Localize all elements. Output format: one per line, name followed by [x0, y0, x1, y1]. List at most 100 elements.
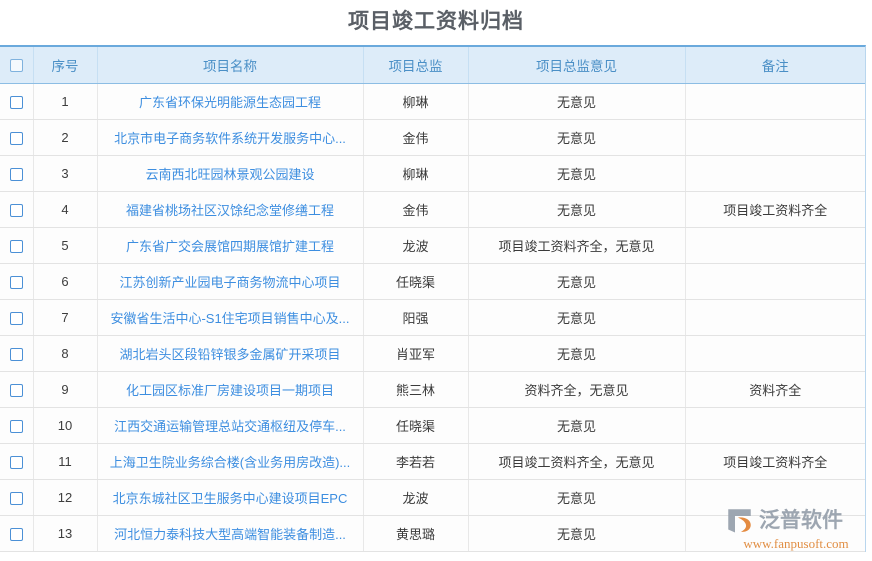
row-checkbox-icon[interactable] — [9, 456, 23, 470]
row-select-cell[interactable] — [0, 407, 34, 444]
row-index: 6 — [33, 263, 98, 300]
row-project-manager: 任晓渠 — [363, 407, 469, 444]
row-manager-opinion: 无意见 — [468, 155, 686, 192]
row-select-cell[interactable] — [0, 227, 34, 264]
row-project-name[interactable]: 北京东城社区卫生服务中心建设项目EPC — [97, 479, 364, 516]
row-checkbox-icon[interactable] — [9, 96, 23, 110]
row-project-name[interactable]: 云南西北旺园林景观公园建设 — [97, 155, 364, 192]
row-manager-opinion: 项目竣工资料齐全，无意见 — [468, 227, 686, 264]
row-remark — [685, 263, 865, 300]
table-row[interactable]: 8 湖北岩头区段铅锌银多金属矿开采项目 肖亚军 无意见 — [0, 335, 865, 372]
table-row[interactable]: 6 江苏创新产业园电子商务物流中心项目 任晓渠 无意见 — [0, 263, 865, 300]
table-body: 1 广东省环保光明能源生态园工程 柳琳 无意见 2 北京市电子商务软件系统开发服务中心..… — [0, 83, 865, 552]
row-manager-opinion: 无意见 — [468, 263, 686, 300]
row-project-manager: 阳强 — [363, 299, 469, 336]
table-row[interactable]: 12 北京东城社区卫生服务中心建设项目EPC 龙波 无意见 — [0, 479, 865, 516]
table-row[interactable]: 7 安徽省生活中心-S1住宅项目销售中心及... 阳强 无意见 — [0, 299, 865, 336]
table-header: 序号 项目名称 项目总监 项目总监意见 备注 — [0, 47, 865, 84]
row-checkbox-icon[interactable] — [9, 348, 23, 362]
row-checkbox-icon[interactable] — [9, 420, 23, 434]
row-checkbox-icon[interactable] — [9, 384, 23, 398]
row-checkbox-icon[interactable] — [9, 168, 23, 182]
row-checkbox-icon[interactable] — [9, 528, 23, 542]
row-select-cell[interactable] — [0, 263, 34, 300]
table-row[interactable]: 13 河北恒力泰科技大型高端智能装备制造... 黄思璐 无意见 — [0, 515, 865, 552]
row-project-name[interactable]: 上海卫生院业务综合楼(含业务用房改造)... — [97, 443, 364, 480]
column-header-manager[interactable]: 项目总监 — [363, 47, 469, 84]
row-manager-opinion: 无意见 — [468, 299, 686, 336]
table-row[interactable]: 10 江西交通运输管理总站交通枢纽及停车... 任晓渠 无意见 — [0, 407, 865, 444]
row-project-name[interactable]: 北京市电子商务软件系统开发服务中心... — [97, 119, 364, 156]
row-project-name[interactable]: 福建省桃场社区汉馀纪念堂修缮工程 — [97, 191, 364, 228]
table-row[interactable]: 3 云南西北旺园林景观公园建设 柳琳 无意见 — [0, 155, 865, 192]
row-select-cell[interactable] — [0, 371, 34, 408]
table-row[interactable]: 5 广东省广交会展馆四期展馆扩建工程 龙波 项目竣工资料齐全，无意见 — [0, 227, 865, 264]
table-row[interactable]: 9 化工园区标准厂房建设项目一期项目 熊三林 资料齐全，无意见 资料齐全 — [0, 371, 865, 408]
table-row[interactable]: 1 广东省环保光明能源生态园工程 柳琳 无意见 — [0, 83, 865, 120]
row-index: 11 — [33, 443, 98, 480]
row-project-name[interactable]: 江苏创新产业园电子商务物流中心项目 — [97, 263, 364, 300]
row-project-manager: 熊三林 — [363, 371, 469, 408]
table-row[interactable]: 2 北京市电子商务软件系统开发服务中心... 金伟 无意见 — [0, 119, 865, 156]
row-remark — [685, 515, 865, 552]
row-project-name[interactable]: 湖北岩头区段铅锌银多金属矿开采项目 — [97, 335, 364, 372]
row-index: 2 — [33, 119, 98, 156]
row-index: 8 — [33, 335, 98, 372]
select-all-header[interactable] — [0, 47, 34, 84]
row-remark: 项目竣工资料齐全 — [685, 443, 865, 480]
row-select-cell[interactable] — [0, 119, 34, 156]
row-select-cell[interactable] — [0, 479, 34, 516]
column-header-index[interactable]: 序号 — [33, 47, 98, 84]
row-project-name[interactable]: 广东省环保光明能源生态园工程 — [97, 83, 364, 120]
table-row[interactable]: 4 福建省桃场社区汉馀纪念堂修缮工程 金伟 无意见 项目竣工资料齐全 — [0, 191, 865, 228]
row-select-cell[interactable] — [0, 515, 34, 552]
row-project-manager: 柳琳 — [363, 83, 469, 120]
row-project-manager: 肖亚军 — [363, 335, 469, 372]
row-checkbox-icon[interactable] — [9, 276, 23, 290]
row-index: 12 — [33, 479, 98, 516]
row-select-cell[interactable] — [0, 191, 34, 228]
row-index: 10 — [33, 407, 98, 444]
row-checkbox-icon[interactable] — [9, 240, 23, 254]
row-manager-opinion: 无意见 — [468, 119, 686, 156]
row-select-cell[interactable] — [0, 155, 34, 192]
row-project-name[interactable]: 安徽省生活中心-S1住宅项目销售中心及... — [97, 299, 364, 336]
row-remark — [685, 119, 865, 156]
row-manager-opinion: 无意见 — [468, 191, 686, 228]
row-project-name[interactable]: 河北恒力泰科技大型高端智能装备制造... — [97, 515, 364, 552]
row-select-cell[interactable] — [0, 443, 34, 480]
select-all-checkbox-icon[interactable] — [9, 59, 23, 73]
row-index: 3 — [33, 155, 98, 192]
row-remark — [685, 335, 865, 372]
archive-table-container: 序号 项目名称 项目总监 项目总监意见 备注 1 广东省环保光明能源生态园工程 柳琳… — [0, 45, 866, 552]
column-header-name[interactable]: 项目名称 — [97, 47, 364, 84]
row-index: 5 — [33, 227, 98, 264]
page-title: 项目竣工资料归档 — [348, 10, 524, 33]
header-row: 序号 项目名称 项目总监 项目总监意见 备注 — [0, 47, 865, 84]
row-manager-opinion: 无意见 — [468, 515, 686, 552]
archive-table: 序号 项目名称 项目总监 项目总监意见 备注 1 广东省环保光明能源生态园工程 柳琳… — [0, 47, 865, 552]
row-project-name[interactable]: 江西交通运输管理总站交通枢纽及停车... — [97, 407, 364, 444]
row-select-cell[interactable] — [0, 83, 34, 120]
row-remark: 项目竣工资料齐全 — [685, 191, 865, 228]
row-checkbox-icon[interactable] — [9, 492, 23, 506]
row-project-manager: 龙波 — [363, 479, 469, 516]
row-manager-opinion: 无意见 — [468, 407, 686, 444]
column-header-opinion[interactable]: 项目总监意见 — [468, 47, 686, 84]
page-root: 项目竣工资料归档 序号 项目名称 项目总监 项目总监意见 备注 1 广东省环保光… — [0, 0, 872, 561]
row-index: 4 — [33, 191, 98, 228]
row-manager-opinion: 无意见 — [468, 83, 686, 120]
table-row[interactable]: 11 上海卫生院业务综合楼(含业务用房改造)... 李若若 项目竣工资料齐全，无意见项… — [0, 443, 865, 480]
row-project-manager: 柳琳 — [363, 155, 469, 192]
row-checkbox-icon[interactable] — [9, 132, 23, 146]
row-project-manager: 金伟 — [363, 191, 469, 228]
row-project-name[interactable]: 化工园区标准厂房建设项目一期项目 — [97, 371, 364, 408]
row-checkbox-icon[interactable] — [9, 312, 23, 326]
row-manager-opinion: 项目竣工资料齐全，无意见 — [468, 443, 686, 480]
row-select-cell[interactable] — [0, 335, 34, 372]
column-header-remark[interactable]: 备注 — [685, 47, 865, 84]
row-checkbox-icon[interactable] — [9, 204, 23, 218]
row-index: 7 — [33, 299, 98, 336]
row-project-name[interactable]: 广东省广交会展馆四期展馆扩建工程 — [97, 227, 364, 264]
row-select-cell[interactable] — [0, 299, 34, 336]
